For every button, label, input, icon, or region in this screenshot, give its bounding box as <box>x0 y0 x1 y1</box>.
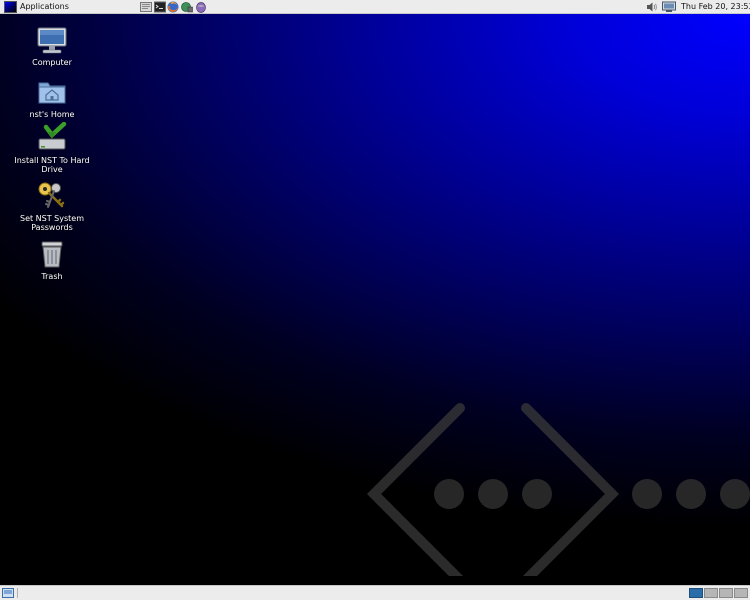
desktop-icon-label: Set NST System Passwords <box>19 214 84 232</box>
firefox-launcher-icon[interactable] <box>167 1 179 13</box>
desktop-icon-label: Trash <box>41 272 63 281</box>
network-status-icon[interactable] <box>662 1 676 13</box>
nst-watermark-logo <box>366 403 750 576</box>
applications-menu[interactable]: Applications <box>20 0 69 14</box>
desktop-icon-home[interactable]: nst's Home <box>7 76 97 119</box>
desktop-icon-label: Install NST To Hard Drive <box>14 156 90 174</box>
pidgin-launcher-icon[interactable] <box>195 1 207 13</box>
top-panel: Applications Thu Feb 20, 23:53 <box>0 0 750 14</box>
home-folder-icon <box>38 82 66 104</box>
workspace-4-button[interactable] <box>734 588 748 598</box>
terminal-launcher-icon[interactable] <box>154 1 166 13</box>
show-desktop-icon[interactable] <box>2 588 14 598</box>
panel-separator <box>17 588 18 598</box>
applications-logo-icon[interactable] <box>4 1 17 13</box>
screen: Applications Thu Feb 20, 23:53 Computer … <box>0 0 750 600</box>
desktop-icon-label: nst's Home <box>29 110 75 119</box>
network-tool-launcher-icon[interactable] <box>181 1 193 13</box>
desktop-icon-label: Computer <box>32 58 72 67</box>
desktop-icon-trash[interactable]: Trash <box>7 238 97 281</box>
clock[interactable]: Thu Feb 20, 23:53 <box>681 0 750 14</box>
keys-icon <box>38 182 65 208</box>
desktop-icon-computer[interactable]: Computer <box>7 24 97 67</box>
file-manager-launcher-icon[interactable] <box>140 1 152 13</box>
workspace-2-button[interactable] <box>704 588 718 598</box>
desktop-icon-set-passwords[interactable]: Set NST System Passwords <box>7 180 97 232</box>
workspace-1-button[interactable] <box>689 588 703 598</box>
computer-icon <box>37 27 67 54</box>
workspace-3-button[interactable] <box>719 588 733 598</box>
trash-icon <box>41 241 63 268</box>
desktop-icon-install-nst[interactable]: Install NST To Hard Drive <box>7 122 97 174</box>
desktop[interactable]: Computer nst's Home Install NST To Hard … <box>0 14 750 585</box>
install-drive-icon <box>38 122 67 150</box>
volume-icon[interactable] <box>646 1 658 13</box>
bottom-panel <box>0 585 750 600</box>
